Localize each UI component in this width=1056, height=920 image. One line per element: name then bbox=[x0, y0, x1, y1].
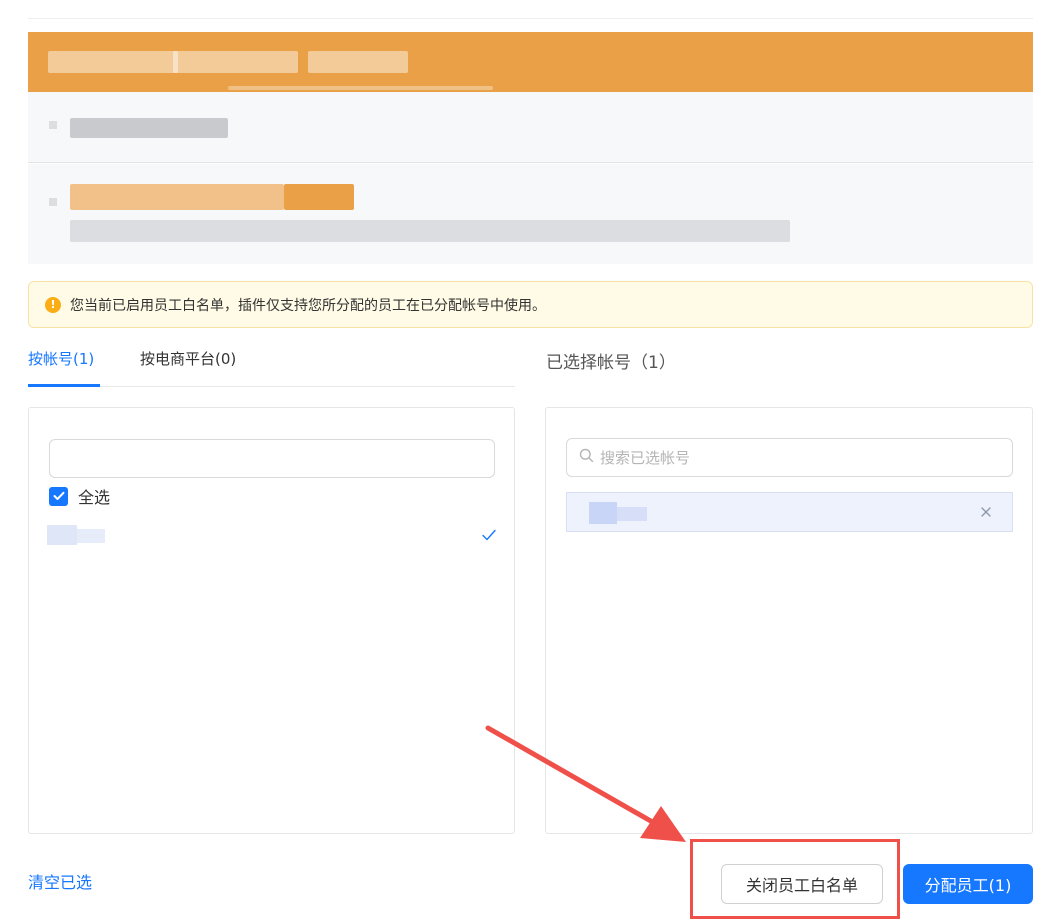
assign-employee-button[interactable]: 分配员工(1) bbox=[903, 864, 1033, 904]
search-icon bbox=[579, 448, 594, 467]
account-search-input[interactable] bbox=[50, 440, 494, 477]
tab-bar: 按帐号(1) 按电商平台(0) bbox=[28, 336, 515, 387]
bullet bbox=[49, 121, 57, 129]
blurred-text bbox=[70, 184, 284, 210]
select-all-label: 全选 bbox=[78, 488, 111, 507]
checkbox-checked-icon[interactable] bbox=[49, 486, 68, 506]
bullet bbox=[49, 198, 57, 206]
close-icon[interactable] bbox=[978, 504, 994, 524]
info-block-blurred bbox=[28, 164, 1033, 264]
clear-selection-link[interactable]: 清空已选 bbox=[28, 869, 92, 893]
decorative-curve bbox=[228, 86, 493, 90]
warning-circle-icon: ! bbox=[45, 296, 61, 313]
selected-search-box[interactable] bbox=[566, 438, 1013, 477]
blurred-text bbox=[70, 220, 790, 242]
blurred-text bbox=[173, 51, 298, 73]
blurred-account-name bbox=[589, 502, 617, 524]
blurred-text bbox=[48, 51, 178, 73]
blurred-text bbox=[284, 184, 354, 210]
account-list-panel: 全选 bbox=[28, 407, 515, 834]
tab-by-account[interactable]: 按帐号(1) bbox=[28, 348, 94, 369]
tab-by-platform[interactable]: 按电商平台(0) bbox=[140, 348, 236, 369]
blurred-account-name bbox=[77, 529, 105, 543]
blurred-text bbox=[308, 51, 408, 73]
account-search-box[interactable] bbox=[49, 439, 495, 478]
blurred-text bbox=[70, 118, 228, 138]
account-list-item[interactable] bbox=[47, 523, 497, 553]
alert-text: 您当前已启用员工白名单，插件仅支持您所分配的员工在已分配帐号中使用。 bbox=[70, 297, 546, 314]
selected-search-input[interactable] bbox=[600, 439, 1012, 476]
active-tab-indicator bbox=[28, 384, 100, 387]
selected-accounts-title: 已选择帐号（1） bbox=[546, 353, 676, 373]
select-all-checkbox[interactable]: 全选 bbox=[49, 484, 110, 508]
whitelist-alert: ! 您当前已启用员工白名单，插件仅支持您所分配的员工在已分配帐号中使用。 bbox=[28, 281, 1033, 328]
top-divider bbox=[28, 18, 1033, 19]
close-whitelist-button[interactable]: 关闭员工白名单 bbox=[721, 864, 883, 904]
blurred-account-name bbox=[617, 507, 647, 521]
info-block-blurred bbox=[28, 92, 1033, 163]
selected-account-item bbox=[566, 492, 1013, 532]
check-icon bbox=[481, 527, 497, 546]
annotation-arrow bbox=[485, 725, 686, 842]
notice-banner-blurred bbox=[28, 32, 1033, 92]
blurred-account-name bbox=[47, 525, 77, 545]
